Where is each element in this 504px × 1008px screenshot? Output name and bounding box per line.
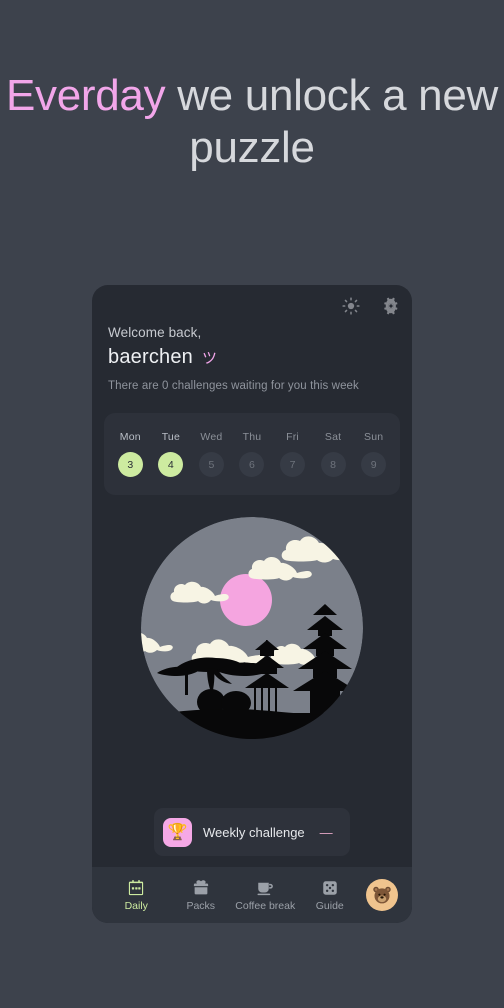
nav-item-packs[interactable]: Packs — [169, 879, 234, 912]
day-name: Wed — [200, 431, 223, 443]
headline-rest: we unlock a new puzzle — [165, 71, 499, 172]
weekly-challenge-dash: — — [319, 824, 333, 840]
day-col-thu[interactable]: Thu 6 — [239, 431, 265, 477]
nav-item-daily[interactable]: Daily — [104, 879, 169, 912]
day-circle: 6 — [239, 452, 265, 477]
day-col-sat[interactable]: Sat 8 — [320, 431, 346, 477]
day-col-mon[interactable]: Mon 3 — [117, 431, 143, 477]
welcome-block: Welcome back, baerchen ツ There are 0 cha… — [108, 325, 396, 392]
day-circle: 5 — [198, 452, 224, 477]
trophy-icon: 🏆 — [163, 817, 192, 847]
bear-face-icon — [373, 886, 391, 904]
headline-accent-word: Everday — [5, 71, 166, 120]
app-card: Welcome back, baerchen ツ There are 0 cha… — [92, 285, 412, 923]
japanese-night-scene-illustration — [141, 517, 363, 739]
day-name: Mon — [119, 431, 141, 443]
weekly-challenge-label: Weekly challenge — [203, 824, 305, 840]
coffee-cup-icon — [257, 882, 274, 895]
day-name: Fri — [286, 431, 299, 443]
day-circle: 4 — [158, 452, 184, 477]
day-name: Tue — [161, 431, 180, 443]
gift-box-icon — [193, 879, 208, 894]
nav-label: Guide — [315, 899, 344, 912]
day-col-fri[interactable]: Fri 7 — [280, 431, 306, 477]
week-strip: Mon 3 Tue 4 Wed 5 Thu 6 Fri 7 Sat 8 Sun … — [104, 413, 400, 495]
dice-icon — [323, 880, 337, 895]
day-circle: 7 — [280, 452, 306, 477]
gear-icon[interactable] — [382, 297, 400, 315]
day-name: Thu — [242, 431, 262, 443]
day-circle: 9 — [361, 452, 387, 477]
day-name: Sun — [364, 431, 384, 443]
nav-label: Packs — [186, 899, 216, 912]
card-top-icon-group — [342, 297, 400, 315]
day-col-tue[interactable]: Tue 4 — [158, 431, 184, 477]
weekly-challenge-button[interactable]: 🏆 Weekly challenge — — [154, 808, 350, 856]
sun-icon[interactable] — [342, 297, 360, 315]
bear-avatar[interactable] — [366, 879, 398, 911]
welcome-greeting: Welcome back, — [108, 325, 202, 340]
day-col-wed[interactable]: Wed 5 — [198, 431, 224, 477]
day-col-sun[interactable]: Sun 9 — [361, 431, 387, 477]
bottom-navigation: Daily Packs Coffee break Guide — [92, 867, 412, 923]
nav-item-coffee-break[interactable]: Coffee break — [233, 879, 298, 912]
username-emoji: ツ — [202, 350, 218, 367]
username-row: baerchen ツ — [108, 346, 396, 369]
day-circle: 3 — [117, 452, 143, 477]
nav-label: Daily — [124, 899, 148, 912]
day-name: Sat — [324, 431, 342, 443]
nav-label: Coffee break — [235, 899, 296, 912]
nav-item-guide[interactable]: Guide — [298, 879, 363, 912]
page-headline: Everday we unlock a new puzzle — [0, 0, 504, 174]
username: baerchen — [108, 346, 193, 368]
day-circle: 8 — [320, 452, 346, 477]
calendar-icon — [129, 879, 144, 895]
challenge-note: There are 0 challenges waiting for you t… — [108, 380, 359, 392]
